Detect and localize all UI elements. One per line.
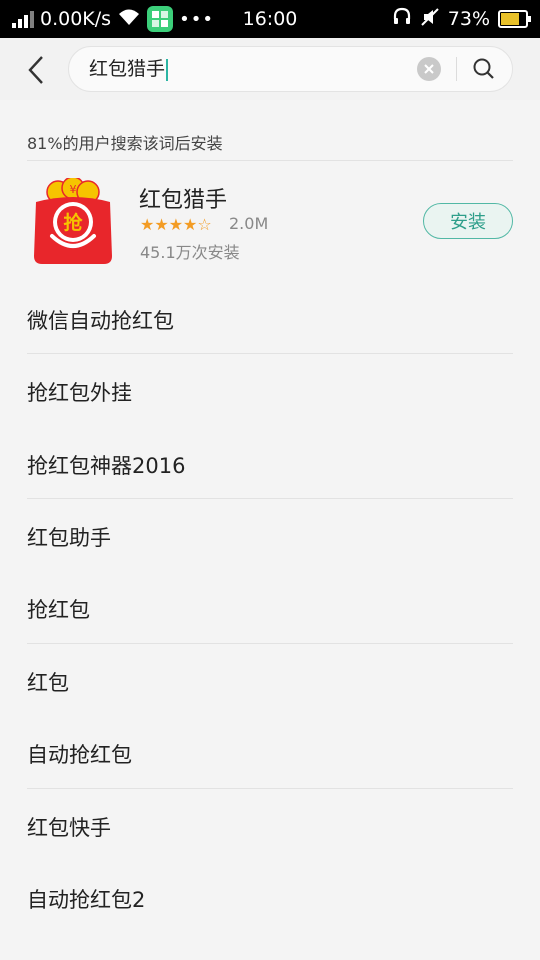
- suggestion-item[interactable]: 红包助手: [27, 522, 111, 552]
- suggestion-item[interactable]: 自动抢红包: [27, 739, 132, 769]
- search-query-text: 红包猎手: [89, 58, 166, 80]
- search-query[interactable]: 红包猎手: [89, 47, 169, 91]
- mute-icon: [420, 7, 440, 32]
- app-icon-glyph: 抢: [63, 211, 83, 234]
- install-button[interactable]: 安装: [423, 203, 513, 239]
- suggestion-item[interactable]: 抢红包神器2016: [27, 450, 185, 480]
- suggestion-item[interactable]: 自动抢红包2: [27, 884, 145, 914]
- search-icon: [473, 58, 494, 79]
- status-bar: 0.00K/s ••• 16:00 73%: [0, 0, 540, 38]
- app-result[interactable]: ¥ 抢 红包猎手 ★★★★☆ 2.0M 45.1万次安装 安装: [0, 170, 540, 275]
- battery-level: 73%: [447, 8, 490, 30]
- install-hint: 81%的用户搜索该词后安装: [27, 134, 223, 153]
- clear-icon: [424, 64, 434, 74]
- headset-icon: [392, 7, 412, 32]
- svg-text:¥: ¥: [70, 183, 77, 196]
- search-header: 红包猎手: [0, 38, 540, 100]
- clear-button[interactable]: [417, 57, 441, 81]
- suggestion-item[interactable]: 抢红包: [27, 594, 90, 624]
- divider: [27, 498, 513, 499]
- suggestion-item[interactable]: 红包快手: [27, 812, 111, 842]
- app-name[interactable]: 红包猎手: [139, 182, 227, 214]
- divider: [27, 788, 513, 789]
- search-input[interactable]: 红包猎手: [68, 46, 513, 92]
- text-caret: [166, 58, 169, 81]
- app-size: 2.0M: [229, 214, 269, 233]
- back-button[interactable]: [16, 50, 56, 90]
- divider: [27, 160, 513, 161]
- battery-icon: [498, 10, 531, 28]
- suggestion-item[interactable]: 抢红包外挂: [27, 377, 132, 407]
- search-divider: [456, 57, 457, 81]
- divider: [27, 353, 513, 354]
- app-icon[interactable]: ¥ 抢: [30, 176, 116, 266]
- suggestion-item[interactable]: 红包: [27, 667, 69, 697]
- search-button[interactable]: [469, 55, 499, 83]
- divider: [27, 643, 513, 644]
- suggestion-item[interactable]: 微信自动抢红包: [27, 305, 174, 335]
- clock: 16:00: [242, 8, 298, 30]
- rating-stars: ★★★★☆: [140, 215, 212, 234]
- install-count: 45.1万次安装: [140, 243, 240, 262]
- back-arrow-icon: [28, 56, 43, 84]
